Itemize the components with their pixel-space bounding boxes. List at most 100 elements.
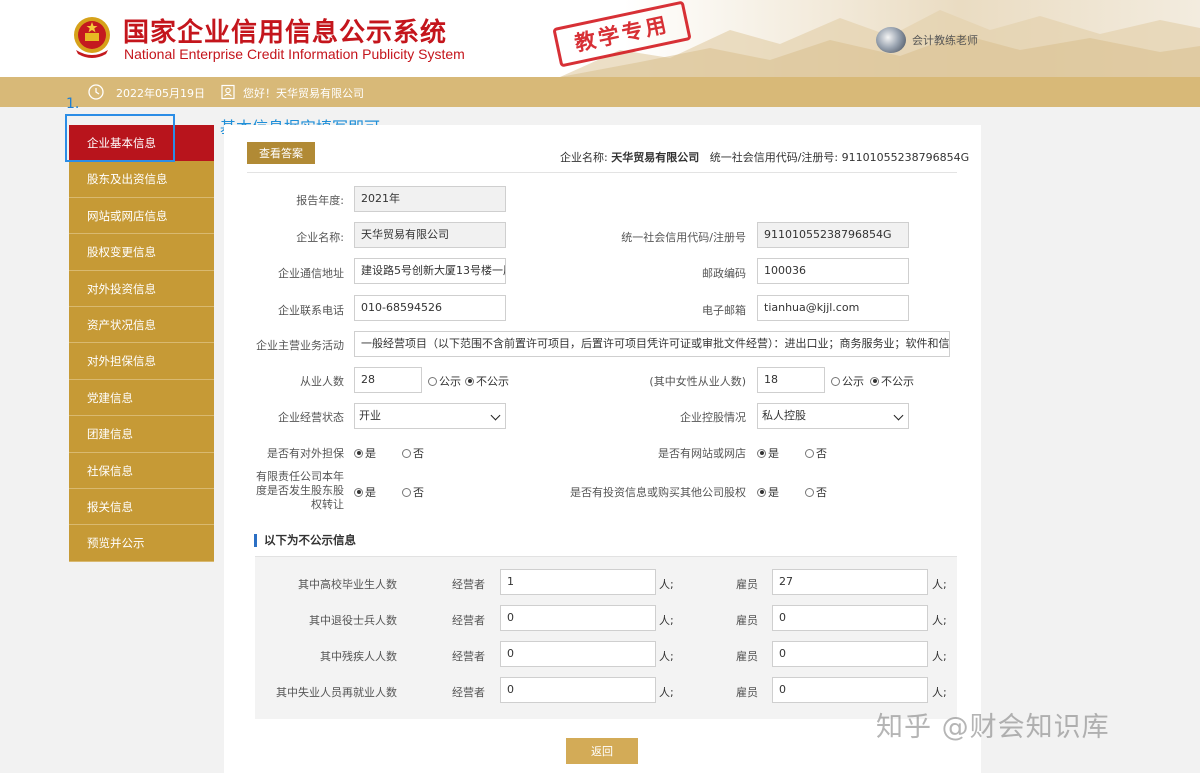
sidebar-item-guarantee[interactable]: 对外担保信息 — [69, 343, 214, 380]
sidebar-item-investment[interactable]: 对外投资信息 — [69, 270, 214, 307]
website-yes-option[interactable]: 是 — [757, 445, 779, 461]
company-name: 天华贸易有限公司 — [611, 151, 700, 164]
equity-transfer-radio-group: 是 否 — [354, 484, 424, 500]
user-name[interactable]: 会计教练老师 — [912, 32, 978, 48]
graduates-employee-input[interactable]: 27 — [772, 569, 928, 595]
radio-icon[interactable] — [402, 487, 411, 497]
employee-label: 雇员 — [736, 578, 758, 591]
sidebar-item-preview-publish[interactable]: 预览并公示 — [69, 525, 214, 562]
watermark-text: 知乎 @财会知识库 — [876, 712, 1110, 743]
radio-icon[interactable] — [805, 448, 814, 458]
employees-input[interactable]: 28 — [354, 367, 422, 393]
reemployed-employee-input[interactable]: 0 — [772, 677, 928, 703]
employees-public-option[interactable]: 公示 — [428, 373, 461, 389]
radio-icon[interactable] — [428, 376, 437, 386]
investment-no-option[interactable]: 否 — [805, 484, 827, 500]
unit-label: 人; — [932, 686, 947, 699]
radio-icon[interactable] — [402, 448, 411, 458]
info-bar: 2022年05月19日 您好！天华贸易有限公司 — [0, 77, 1200, 107]
employees-label: 从业人数 — [300, 375, 344, 388]
radio-icon[interactable] — [805, 487, 814, 497]
radio-checked-icon[interactable] — [870, 376, 879, 386]
equity-transfer-label: 有限责任公司本年 度是否发生股东股 权转让 — [256, 470, 344, 511]
chevron-down-icon — [490, 410, 501, 421]
company-name-input[interactable]: 天华贸易有限公司 — [354, 222, 506, 248]
equity-transfer-no-option[interactable]: 否 — [402, 484, 424, 500]
radio-icon[interactable] — [831, 376, 840, 386]
address-label: 企业通信地址 — [278, 267, 344, 280]
operator-label: 经营者 — [452, 686, 485, 699]
radio-checked-icon[interactable] — [354, 487, 363, 497]
investment-yes-option[interactable]: 是 — [757, 484, 779, 500]
user-profile[interactable]: 会计教练老师 — [876, 27, 978, 53]
reemployed-operator-input[interactable]: 0 — [500, 677, 656, 703]
unit-label: 人; — [932, 614, 947, 627]
sidebar-item-website[interactable]: 网站或网店信息 — [69, 197, 214, 235]
sidebar-nav: 企业基本信息 股东及出资信息 网站或网店信息 股权变更信息 对外投资信息 资产状… — [69, 125, 214, 562]
female-employees-input[interactable]: 18 — [757, 367, 825, 393]
radio-checked-icon[interactable] — [757, 448, 766, 458]
view-answer-button[interactable]: 查看答案 — [247, 142, 315, 164]
employees-private-option[interactable]: 不公示 — [465, 373, 509, 389]
address-input[interactable]: 建设路5号创新大厦13号楼一层 — [354, 258, 506, 284]
email-input[interactable]: tianhua@kjjl.com — [757, 295, 909, 321]
credit-code-field-label: 统一社会信用代码/注册号 — [621, 231, 746, 244]
phone-label: 企业联系电话 — [278, 304, 344, 317]
business-scope-input[interactable]: 一般经营项目（以下范围不含前置许可项目，后置许可项目凭许可证或审批文件经营）：进… — [354, 331, 950, 357]
holding-status-value: 私人控股 — [762, 409, 806, 422]
sidebar-item-social-security[interactable]: 社保信息 — [69, 452, 214, 489]
table-row-label: 其中退役士兵人数 — [309, 614, 397, 627]
annotation-number: 1. — [66, 96, 80, 112]
guarantee-no-option[interactable]: 否 — [402, 445, 424, 461]
report-year-input[interactable]: 2021年 — [354, 186, 506, 212]
female-employees-visibility: 公示 不公示 — [831, 373, 914, 389]
holding-status-select[interactable]: 私人控股 — [757, 403, 909, 429]
female-private-option[interactable]: 不公示 — [870, 373, 914, 389]
table-row-label: 其中残疾人人数 — [320, 650, 397, 663]
operating-status-select[interactable]: 开业 — [354, 403, 506, 429]
disabled-operator-input[interactable]: 0 — [500, 641, 656, 667]
sidebar-item-equity-change[interactable]: 股权变更信息 — [69, 234, 214, 271]
sidebar-item-party[interactable]: 党建信息 — [69, 379, 214, 417]
veterans-operator-input[interactable]: 0 — [500, 605, 656, 631]
radio-checked-icon[interactable] — [354, 448, 363, 458]
guarantee-yes-option[interactable]: 是 — [354, 445, 376, 461]
sidebar-item-league[interactable]: 团建信息 — [69, 416, 214, 453]
table-row-label: 其中高校毕业生人数 — [298, 578, 397, 591]
equity-transfer-yes-option[interactable]: 是 — [354, 484, 376, 500]
radio-checked-icon[interactable] — [465, 376, 474, 386]
website-label: 是否有网站或网店 — [658, 447, 746, 460]
avatar[interactable] — [876, 27, 906, 53]
email-label: 电子邮箱 — [702, 304, 746, 317]
employee-label: 雇员 — [736, 686, 758, 699]
employees-visibility: 公示 不公示 — [428, 373, 509, 389]
sidebar-item-shareholders[interactable]: 股东及出资信息 — [69, 161, 214, 198]
postal-code-label: 邮政编码 — [702, 267, 746, 280]
back-button[interactable]: 返回 — [566, 738, 638, 764]
credit-code-input[interactable]: 91101055238796854G — [757, 222, 909, 248]
company-label: 企业名称: — [560, 151, 608, 164]
phone-input[interactable]: 010-68594526 — [354, 295, 506, 321]
operator-label: 经营者 — [452, 578, 485, 591]
sidebar-item-assets[interactable]: 资产状况信息 — [69, 306, 214, 344]
graduates-operator-input[interactable]: 1 — [500, 569, 656, 595]
unit-label: 人; — [932, 650, 947, 663]
company-name-label: 企业名称: — [296, 231, 344, 244]
chevron-down-icon — [893, 410, 904, 421]
company-summary: 企业名称: 天华贸易有限公司 统一社会信用代码/注册号: 91101055238… — [560, 149, 969, 165]
credit-code-label: 统一社会信用代码/注册号: — [709, 151, 839, 164]
female-employees-label: (其中女性从业人数) — [649, 375, 746, 388]
radio-checked-icon[interactable] — [757, 487, 766, 497]
operating-status-value: 开业 — [359, 409, 381, 422]
credit-code-value: 91101055238796854G — [841, 151, 970, 164]
website-radio-group: 是 否 — [757, 445, 827, 461]
disabled-employee-input[interactable]: 0 — [772, 641, 928, 667]
employee-label: 雇员 — [736, 614, 758, 627]
website-no-option[interactable]: 否 — [805, 445, 827, 461]
postal-code-input[interactable]: 100036 — [757, 258, 909, 284]
employee-label: 雇员 — [736, 650, 758, 663]
female-public-option[interactable]: 公示 — [831, 373, 864, 389]
business-scope-label: 企业主营业务活动 — [256, 339, 344, 352]
sidebar-item-customs[interactable]: 报关信息 — [69, 488, 214, 526]
veterans-employee-input[interactable]: 0 — [772, 605, 928, 631]
